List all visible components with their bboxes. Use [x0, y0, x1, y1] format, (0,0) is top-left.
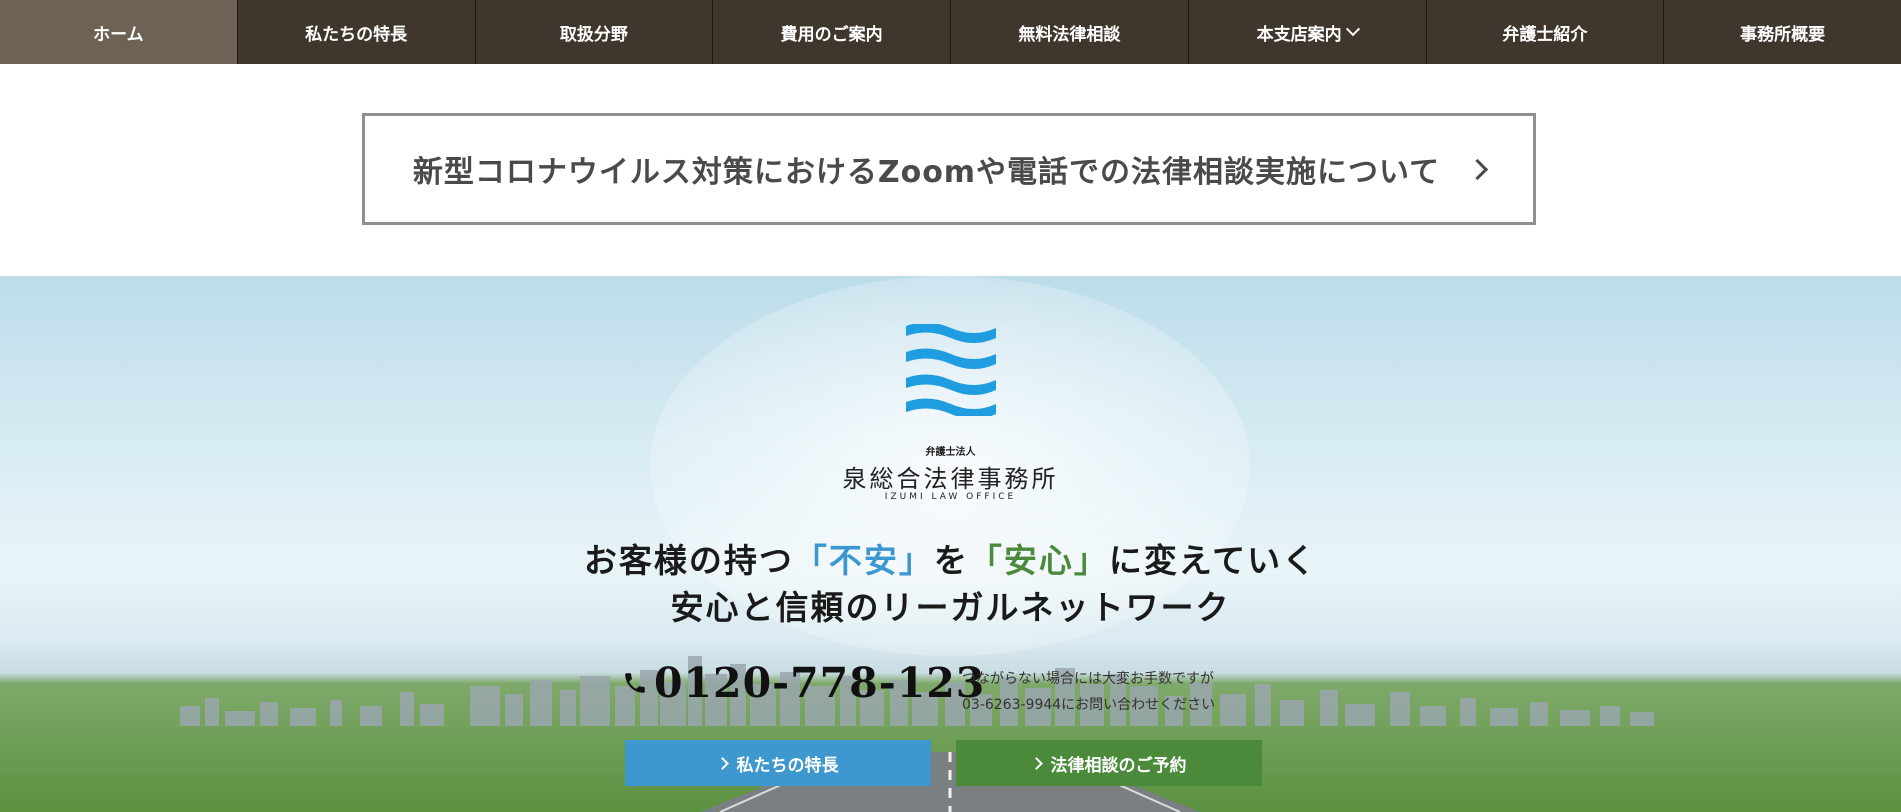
- nav-features-label: 私たちの特長: [305, 24, 408, 45]
- nav-fees[interactable]: 費用のご案内: [712, 0, 950, 64]
- chevron-right-icon: [1467, 158, 1489, 180]
- nav-offices-label: 本支店案内: [1256, 24, 1342, 45]
- nav-home-label: ホーム: [93, 24, 144, 45]
- features-button-label: 私たちの特長: [736, 755, 839, 776]
- global-nav: ホーム 私たちの特長 取扱分野 費用のご案内 無料法律相談 本支店案内 弁護士紹…: [0, 0, 1901, 64]
- nav-home[interactable]: ホーム: [0, 0, 237, 64]
- firm-english-name: IZUMI LAW OFFICE: [884, 492, 1017, 502]
- alt-note-line-2: 03-6263-9944にお問い合わせください: [962, 697, 1216, 713]
- nav-lawyers[interactable]: 弁護士紹介: [1425, 0, 1664, 64]
- covid-notice-link[interactable]: 新型コロナウイルス対策におけるZoomや電話での法律相談実施について: [362, 113, 1536, 225]
- phone-contact[interactable]: 0120-778-123: [622, 659, 985, 707]
- chevron-right-icon: [715, 756, 729, 770]
- hero-section: 弁護士法人 泉総合法律事務所 IZUMI LAW OFFICE お客様の持つ「不…: [0, 276, 1901, 812]
- chevron-right-icon: [1029, 756, 1043, 770]
- firm-type-label: 弁護士法人: [925, 447, 976, 458]
- nav-about[interactable]: 事務所概要: [1663, 0, 1901, 64]
- tagline-line-1: お客様の持つ「不安」を「安心」に変えていく: [0, 534, 1901, 582]
- chevron-down-icon: [1345, 22, 1360, 37]
- tagline-relief: 「安心」: [968, 541, 1109, 580]
- nav-features[interactable]: 私たちの特長: [236, 0, 475, 64]
- notice-text: 新型コロナウイルス対策におけるZoomや電話での法律相談実施について: [412, 155, 1441, 190]
- nav-fees-label: 費用のご案内: [780, 24, 883, 45]
- nav-practice-areas[interactable]: 取扱分野: [474, 0, 713, 64]
- reserve-consultation-button[interactable]: 法律相談のご予約: [956, 740, 1262, 786]
- nav-free-consultation-label: 無料法律相談: [1018, 24, 1121, 45]
- firm-logo-waves-icon: [906, 324, 996, 416]
- nav-practice-areas-label: 取扱分野: [559, 24, 628, 45]
- nav-free-consultation[interactable]: 無料法律相談: [950, 0, 1188, 64]
- phone-number: 0120-778-123: [654, 659, 986, 707]
- tagline-anxiety: 「不安」: [793, 541, 934, 580]
- tagline-part-1: お客様の持つ: [583, 541, 794, 580]
- reserve-button-label: 法律相談のご予約: [1050, 755, 1187, 776]
- tagline-part-3: に変えていく: [1108, 541, 1318, 580]
- tagline-line-2: 安心と信頼のリーガルネットワーク: [670, 588, 1231, 627]
- nav-lawyers-label: 弁護士紹介: [1502, 24, 1588, 45]
- phone-icon: [625, 673, 645, 693]
- nav-offices[interactable]: 本支店案内: [1187, 0, 1426, 64]
- features-button[interactable]: 私たちの特長: [625, 740, 931, 786]
- nav-about-label: 事務所概要: [1740, 24, 1826, 45]
- alt-note-line-1: つながらない場合には大変お手数ですが: [962, 671, 1214, 687]
- firm-name: 泉総合法律事務所: [842, 465, 1059, 493]
- alternate-contact-note: つながらない場合には大変お手数ですが 03-6263-9944にお問い合わせくだ…: [962, 666, 1215, 718]
- tagline-part-2: を: [933, 541, 969, 580]
